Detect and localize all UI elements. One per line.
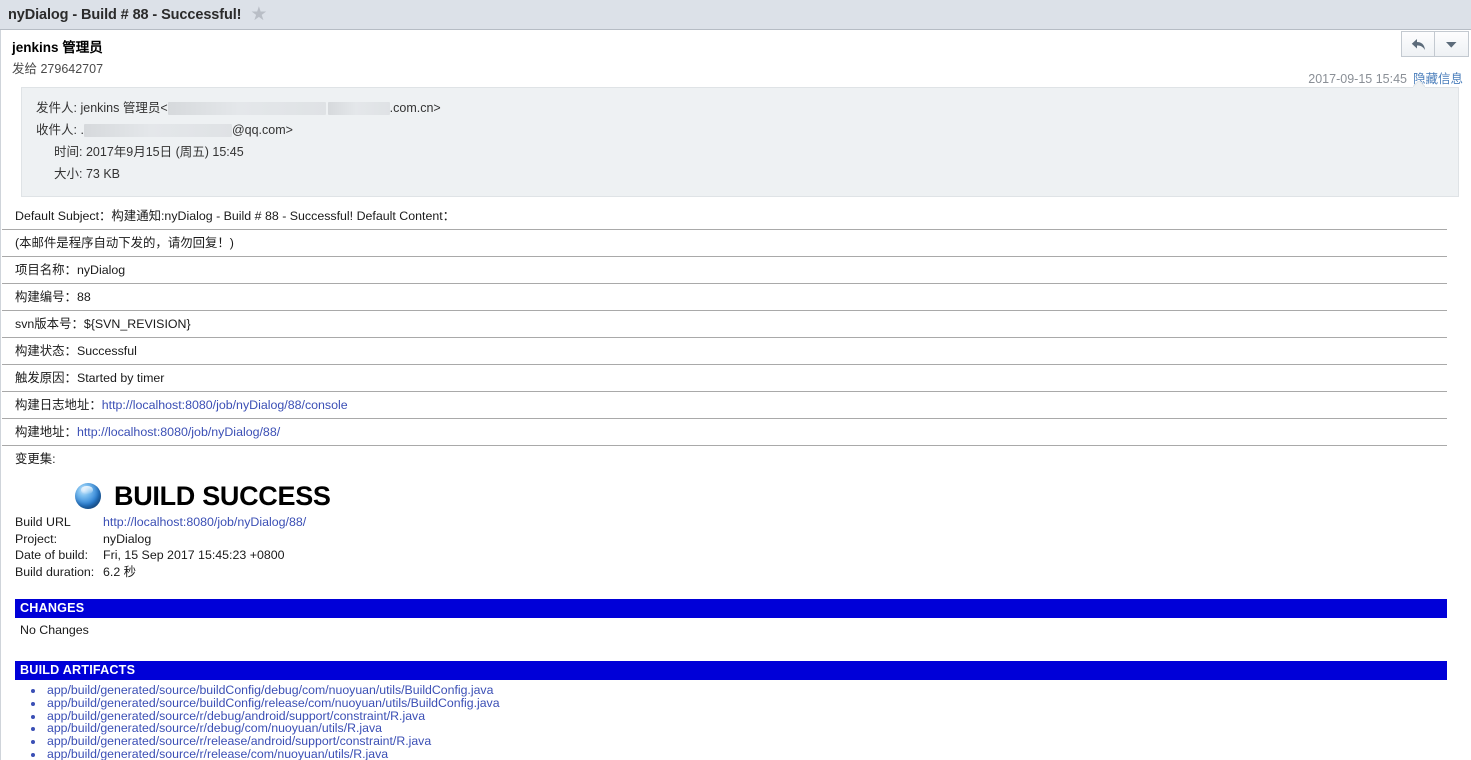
from-bracket-open: < xyxy=(160,101,168,115)
build-field-row: 构建日志地址：http://localhost:8080/job/nyDialo… xyxy=(2,391,1447,418)
sender-name: jenkins 管理员 xyxy=(12,40,103,55)
build-field-label: 构建状态： xyxy=(15,344,77,358)
artifact-list-item[interactable]: app/build/generated/source/r/debug/com/n… xyxy=(45,722,1471,735)
build-info-key: Project: xyxy=(15,531,58,546)
toolbar-button-group xyxy=(1401,31,1469,57)
to-label: 收件人: xyxy=(36,123,77,137)
build-fields-table: Default Subject：构建通知:nyDialog - Build # … xyxy=(2,205,1471,472)
build-field-label: 构建地址： xyxy=(15,425,77,439)
artifact-list-item[interactable]: app/build/generated/source/buildConfig/r… xyxy=(45,697,1471,710)
artifacts-section-heading: BUILD ARTIFACTS xyxy=(15,661,1447,681)
time-value: 2017年9月15日 (周五) 15:45 xyxy=(85,145,244,159)
star-icon[interactable]: ★ xyxy=(250,5,267,24)
window-title-bar: nyDialog - Build # 88 - Successful! ★ xyxy=(0,0,1471,30)
reply-button[interactable] xyxy=(1401,31,1435,57)
build-field-value: nyDialog xyxy=(76,263,126,277)
build-info-key: Date of build: xyxy=(15,548,89,563)
build-field-link[interactable]: http://localhost:8080/job/nyDialog/88/ xyxy=(77,425,280,439)
redacted-from-address-2 xyxy=(327,102,390,116)
to-domain: @qq.com> xyxy=(231,123,293,137)
build-info-row: Build URL http://localhost:8080/job/nyDia… xyxy=(15,514,306,531)
build-field-label: 项目名称： xyxy=(15,263,77,277)
build-field-label: 触发原因： xyxy=(15,371,77,385)
build-field-row: 变更集: xyxy=(2,445,1447,472)
mail-reading-pane: jenkins 管理员 发给 279642707 2017-09-15 15:4… xyxy=(0,30,1471,760)
from-label: 发件人: xyxy=(36,101,77,115)
artifact-list-item[interactable]: app/build/generated/source/r/debug/andro… xyxy=(45,710,1471,723)
build-field-row: (本邮件是程序自动下发的，请勿回复！) xyxy=(2,229,1447,256)
sent-to-line: 发给 279642707 xyxy=(12,62,104,76)
artifact-list-item[interactable]: app/build/generated/source/r/release/com… xyxy=(45,748,1471,760)
mail-meta: 2017-09-15 15:45 隐藏信息 xyxy=(1308,68,1463,87)
artifact-list-item[interactable]: app/build/generated/source/buildConfig/d… xyxy=(45,684,1471,697)
build-field-label: 构建日志地址： xyxy=(15,398,102,412)
build-field-row: Default Subject：构建通知:nyDialog - Build # … xyxy=(2,205,1447,229)
build-info-row: Date of build: Fri, 15 Sep 2017 15:45:23 … xyxy=(15,547,306,564)
build-url-link[interactable]: http://localhost:8080/job/nyDialog/88/ xyxy=(103,515,306,529)
time-label: 时间: xyxy=(54,145,83,159)
build-field-row: 构建状态：Successful xyxy=(2,337,1447,364)
changes-section-heading: CHANGES xyxy=(15,599,1447,619)
build-info-row: Project: nyDialog xyxy=(15,531,306,548)
changes-section-body: No Changes xyxy=(20,623,89,638)
from-domain: .com.cn> xyxy=(389,101,441,115)
build-status-header: BUILD SUCCESS xyxy=(15,481,1471,511)
build-field-row: 项目名称：nyDialog xyxy=(2,256,1447,283)
mail-timestamp: 2017-09-15 15:45 xyxy=(1308,72,1407,86)
build-field-label: 变更集: xyxy=(15,452,56,466)
detail-row-to: 收件人: . @qq.com> xyxy=(36,119,1444,141)
mail-body: Default Subject：构建通知:nyDialog - Build # … xyxy=(1,205,1471,760)
build-field-label: 构建编号： xyxy=(15,290,77,304)
detail-row-size: 大小: 73 KB xyxy=(36,163,1444,185)
build-field-value: Successful xyxy=(76,344,137,358)
build-info-value: nyDialog xyxy=(103,531,152,546)
build-field-value: Started by timer xyxy=(76,371,165,385)
build-info-key: Build URL xyxy=(15,515,71,529)
build-field-row: 构建地址：http://localhost:8080/job/nyDialog/… xyxy=(2,418,1447,445)
build-info-value[interactable]: http://localhost:8080/job/nyDialog/88/ xyxy=(103,514,306,531)
artifact-list-item[interactable]: app/build/generated/source/r/release/and… xyxy=(45,735,1471,748)
detail-row-time: 时间: 2017年9月15日 (周五) 15:45 xyxy=(36,141,1444,163)
build-artifacts-list: app/build/generated/source/buildConfig/d… xyxy=(15,684,1471,760)
build-field-label: svn版本号： xyxy=(15,317,84,331)
artifact-link[interactable]: app/build/generated/source/r/release/com… xyxy=(47,747,388,760)
build-info-value: 6.2 秒 xyxy=(103,564,137,579)
build-status-ball-icon xyxy=(75,483,101,509)
more-options-button[interactable] xyxy=(1435,31,1469,57)
build-info-row: Build duration: 6.2 秒 xyxy=(15,564,306,581)
build-info-table: Build URL http://localhost:8080/job/nyDia… xyxy=(15,514,306,580)
from-name: jenkins 管理员 xyxy=(80,101,161,115)
build-field-label: (本邮件是程序自动下发的，请勿回复！) xyxy=(15,236,234,250)
build-field-row: 构建编号：88 xyxy=(2,283,1447,310)
jenkins-report: BUILD SUCCESS Build URL http://localhost:… xyxy=(2,481,1471,760)
page-title: nyDialog - Build # 88 - Successful! xyxy=(8,6,242,23)
build-field-link[interactable]: http://localhost:8080/job/nyDialog/88/co… xyxy=(102,398,348,412)
size-label: 大小: xyxy=(54,167,83,181)
build-field-value: 88 xyxy=(76,290,91,304)
redacted-to-address xyxy=(83,124,232,138)
build-info-key: Build duration: xyxy=(15,564,95,579)
size-value: 73 KB xyxy=(85,167,121,181)
detail-panel-caret xyxy=(1413,81,1425,88)
build-field-value: ${SVN_REVISION} xyxy=(83,317,191,331)
build-field-label: Default Subject：构建通知:nyDialog - Build # … xyxy=(15,209,456,223)
build-info-value: Fri, 15 Sep 2017 15:45:23 +0800 xyxy=(103,548,285,563)
build-field-row: 触发原因：Started by timer xyxy=(2,364,1447,391)
build-status-title: BUILD SUCCESS xyxy=(114,481,331,511)
mail-header: jenkins 管理员 发给 279642707 2017-09-15 15:4… xyxy=(1,30,1471,86)
build-field-row: svn版本号：${SVN_REVISION} xyxy=(2,310,1447,337)
redacted-from-address xyxy=(167,102,326,116)
detail-row-from: 发件人: jenkins 管理员< .com.cn> xyxy=(36,97,1444,119)
mail-detail-panel: 发件人: jenkins 管理员< .com.cn> 收件人: . @qq.com>… xyxy=(21,87,1459,197)
